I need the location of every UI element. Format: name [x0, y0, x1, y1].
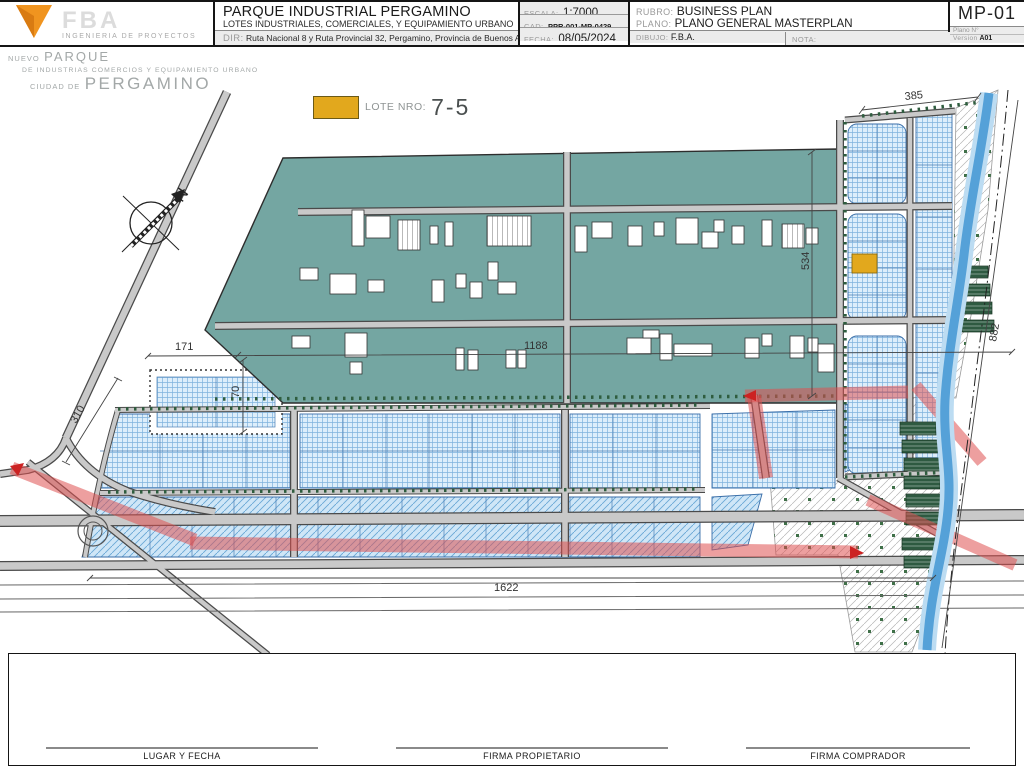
- drawing-subtitle: LOTES INDUSTRIALES, COMERCIALES, Y EQUIP…: [223, 19, 514, 29]
- title-cell: PARQUE INDUSTRIAL PERGAMINO LOTES INDUST…: [215, 2, 520, 45]
- sheet-number-cell: MP-01 Plano N° Version A01: [950, 2, 1024, 45]
- sheet-code: MP-01: [957, 3, 1016, 23]
- signature-line: [396, 747, 668, 749]
- dim-882: 882: [987, 322, 1002, 342]
- drawing-sheet: FBA INGENIERIA DE PROYECTOS PARQUE INDUS…: [0, 0, 1024, 768]
- rubro-label: RUBRO:: [636, 7, 674, 17]
- fecha-row: FECHA: 08/05/2024: [520, 28, 628, 41]
- dim-1622: 1622: [494, 582, 518, 594]
- signature-label: LUGAR Y FECHA: [143, 751, 221, 761]
- rubro-cell: RUBRO: BUSINESS PLAN PLANO: PLANO GENERA…: [630, 2, 950, 45]
- signature-line: [46, 747, 318, 749]
- lot-legend-value: 7-5: [431, 93, 471, 120]
- rubro-value: BUSINESS PLAN: [676, 4, 773, 18]
- signature-label: FIRMA PROPIETARIO: [483, 751, 581, 761]
- fecha-value: 08/05/2024: [558, 33, 616, 41]
- version-label: Version: [953, 35, 978, 42]
- dim-171: 171: [175, 341, 193, 353]
- masterplan-drawing: 385 534 882 171 70 1188 310 1622 N: [0, 89, 1024, 655]
- drawing-title: PARQUE INDUSTRIAL PERGAMINO: [223, 4, 471, 19]
- signature-block-buyer: FIRMA COMPRADOR: [746, 747, 970, 761]
- escala-row: ESCALA: 1:7000: [520, 2, 628, 15]
- plano-row: PLANO: PLANO GENERAL MASTERPLAN: [630, 18, 948, 30]
- dim-385: 385: [904, 89, 924, 103]
- signature-box: LUGAR Y FECHA FIRMA PROPIETARIO FIRMA CO…: [8, 653, 1016, 766]
- signature-block-owner: FIRMA PROPIETARIO: [396, 747, 668, 761]
- banner-nuevo: NUEVO: [8, 54, 40, 63]
- signature-block-place-date: LUGAR Y FECHA: [46, 747, 318, 761]
- dim-534: 534: [800, 252, 812, 270]
- dim-1188: 1188: [524, 340, 548, 352]
- sheet-number-label: Plano N°: [950, 26, 1024, 34]
- escala-value: 1:7000: [562, 7, 599, 15]
- lot-legend-label: LOTE NRO:: [365, 101, 427, 113]
- signature-label: FIRMA COMPRADOR: [810, 751, 906, 761]
- version-value: A01: [979, 35, 993, 42]
- signature-line: [746, 747, 970, 749]
- dibujo-label: DIBUJO:: [636, 33, 669, 42]
- lot-legend: LOTE NRO: 7-5: [313, 93, 471, 120]
- logo-brand: FBA: [62, 7, 120, 34]
- banner-line2: DE INDUSTRIAS COMERCIOS Y EQUIPAMIENTO U…: [22, 66, 259, 74]
- scale-cell: ESCALA: 1:7000 CAD: PPR-001-MP-0429 FECH…: [520, 2, 630, 45]
- lot-color-swatch: [313, 95, 359, 119]
- highlighted-lot-7-5: [851, 253, 878, 274]
- rubro-row: RUBRO: BUSINESS PLAN: [630, 2, 948, 18]
- sheet-version: Version A01: [950, 34, 1024, 43]
- fecha-label: FECHA:: [524, 35, 554, 41]
- fba-logo-icon: FBA INGENIERIA DE PROYECTOS: [16, 5, 196, 40]
- cad-row: CAD: PPR-001-MP-0429: [520, 15, 628, 28]
- plano-label: PLANO:: [636, 19, 672, 29]
- logo-tagline: INGENIERIA DE PROYECTOS: [62, 33, 196, 40]
- dim-70: 70: [230, 386, 242, 398]
- address-row: DIR: Ruta Nacional 8 y Ruta Provincial 3…: [215, 30, 518, 45]
- dir-value: Ruta Nacional 8 y Ruta Provincial 32, Pe…: [245, 33, 518, 43]
- dibujo-value: F.B.A.: [670, 32, 695, 42]
- dir-label: DIR:: [223, 33, 244, 44]
- nota-cell: NOTA:: [785, 32, 950, 45]
- title-block: FBA INGENIERIA DE PROYECTOS PARQUE INDUS…: [0, 0, 1024, 47]
- logo-cell: FBA INGENIERIA DE PROYECTOS: [0, 2, 215, 45]
- banner-parque: PARQUE: [44, 49, 111, 64]
- plano-value: PLANO GENERAL MASTERPLAN: [674, 18, 853, 30]
